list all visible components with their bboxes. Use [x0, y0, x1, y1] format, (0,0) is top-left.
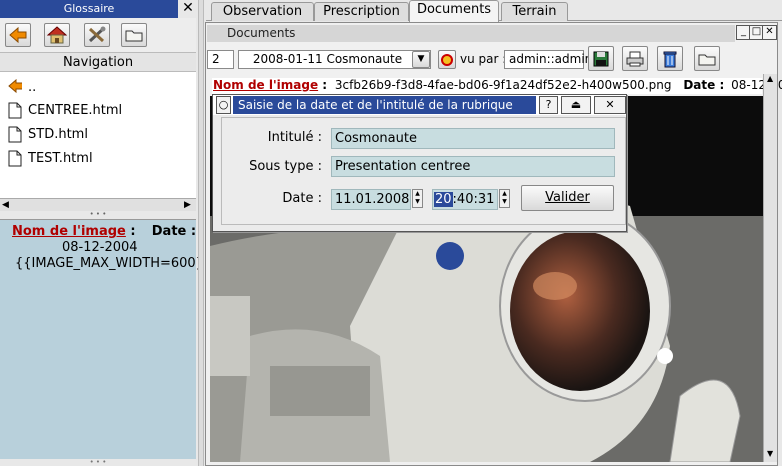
tab-bar: Observation Prescription Documents Terra… [206, 0, 782, 22]
documents-title: Documents [207, 25, 735, 42]
file-icon [8, 126, 22, 142]
time-field[interactable]: 20:40:31 [432, 189, 498, 210]
file-icon [8, 150, 22, 166]
folder-icon [698, 54, 716, 65]
intitule-label: Intitulé : [267, 130, 322, 145]
scroll-down-icon[interactable]: ▼ [767, 449, 773, 458]
folder-icon [125, 30, 143, 42]
date-label: Date [683, 78, 716, 92]
scroll-left-icon[interactable]: ◀ [2, 200, 9, 210]
vu-par-field[interactable]: admin::admin [504, 50, 592, 69]
tab-observation[interactable]: Observation [211, 2, 314, 21]
floppy-icon [593, 51, 609, 66]
document-select[interactable]: 2008-01-11 Cosmonaute ▼ [238, 50, 431, 69]
status-button[interactable] [438, 50, 456, 69]
help-button[interactable]: ? [539, 96, 558, 114]
dialog-title: Saisie de la date et de l'intitulé de la… [233, 96, 536, 114]
open-folder-button[interactable] [121, 23, 147, 47]
print-button[interactable] [622, 46, 648, 71]
open-folder-button[interactable] [694, 46, 720, 71]
list-item-label: CENTREE.html [28, 102, 123, 118]
date-label: Date [151, 224, 187, 239]
trash-icon [663, 51, 677, 67]
dialog-menu-icon[interactable]: ○ [216, 96, 231, 114]
scroll-right-icon[interactable]: ▶ [184, 200, 191, 210]
arrow-left-icon [8, 78, 22, 93]
validate-button[interactable]: Valider [521, 185, 614, 211]
printer-icon [626, 51, 644, 66]
tools-icon [88, 26, 106, 43]
date-field[interactable]: 11.01.2008 [331, 189, 411, 210]
list-item-file[interactable]: STD.html [8, 123, 88, 145]
time-hour-selected: 20 [434, 192, 453, 207]
file-list: .. CENTREE.html STD.html TEST.html [0, 72, 196, 198]
tab-terrain[interactable]: Terrain [501, 2, 568, 21]
tools-button[interactable] [84, 23, 110, 47]
arrow-left-icon [9, 27, 27, 43]
image-name-value: 3cfb26b9-f3d8-4fae-bd06-9f1a24df52e2-h40… [334, 78, 672, 92]
eject-icon[interactable]: ⏏ [561, 96, 591, 114]
intitule-field[interactable]: Cosmonaute [331, 128, 615, 149]
soustype-field[interactable]: Presentation centree [331, 156, 615, 177]
vertical-divider[interactable] [198, 0, 204, 466]
chevron-down-icon[interactable]: ▼ [412, 51, 430, 68]
image-name-label[interactable]: Nom de l'image [213, 78, 318, 92]
list-item-file[interactable]: TEST.html [8, 147, 93, 169]
date-sep: : [715, 78, 725, 92]
image-info-panel: Nom de l'image : Date : 08-12-2004 {{IMA… [0, 219, 212, 461]
file-icon [8, 102, 22, 118]
image-name-row: Nom de l'image : Date : [12, 224, 196, 239]
date-value: 08-12-2004 [62, 240, 138, 255]
list-item-label: .. [28, 79, 37, 95]
delete-button[interactable] [657, 46, 683, 71]
soustype-label: Sous type : [249, 159, 322, 174]
date-sep: : [186, 224, 197, 239]
home-icon [47, 26, 67, 44]
tab-documents[interactable]: Documents [409, 0, 499, 22]
image-name-label[interactable]: Nom de l'image [12, 224, 126, 239]
date-stepper[interactable]: ▲ ▼ [412, 189, 423, 208]
dialog-form: Intitulé : Cosmonaute Sous type : Presen… [221, 117, 626, 225]
save-button[interactable] [588, 46, 614, 71]
close-icon[interactable]: ✕ [762, 25, 777, 40]
list-item-label: STD.html [28, 126, 88, 142]
document-number-field[interactable]: 2 [207, 50, 234, 69]
panel-splitter[interactable]: • • • [0, 211, 196, 219]
glossaire-title: Glossaire [0, 0, 178, 18]
vertical-scrollbar[interactable]: ▲ ▼ [763, 74, 777, 462]
image-name-sep: : [318, 78, 328, 92]
close-icon[interactable]: ✕ [594, 96, 626, 114]
panel-grip[interactable]: • • • [0, 459, 196, 466]
image-name-sep: : [125, 224, 136, 239]
date-label: Date : [282, 191, 322, 206]
navigation-header: Navigation [0, 52, 196, 72]
image-width-placeholder: {{IMAGE_MAX_WIDTH=600}} [15, 256, 213, 271]
tab-prescription[interactable]: Prescription [314, 2, 409, 21]
scroll-up-icon[interactable]: ▲ [767, 74, 773, 83]
close-icon[interactable]: ✕ [181, 0, 195, 18]
vu-par-label: vu par : [460, 52, 507, 66]
glossaire-toolbar [0, 18, 196, 52]
time-rest: :40:31 [452, 192, 495, 207]
list-item-file[interactable]: CENTREE.html [8, 99, 122, 121]
document-select-value: 2008-01-11 Cosmonaute [252, 52, 403, 66]
home-button[interactable] [44, 23, 70, 47]
status-dot-icon [441, 53, 453, 66]
time-stepper[interactable]: ▲ ▼ [499, 189, 510, 208]
image-name-line: Nom de l'image : 3cfb26b9-f3d8-4fae-bd06… [212, 78, 782, 94]
list-item-label: TEST.html [28, 150, 93, 166]
back-button[interactable] [5, 23, 31, 47]
list-item-parent[interactable]: .. [8, 76, 36, 98]
